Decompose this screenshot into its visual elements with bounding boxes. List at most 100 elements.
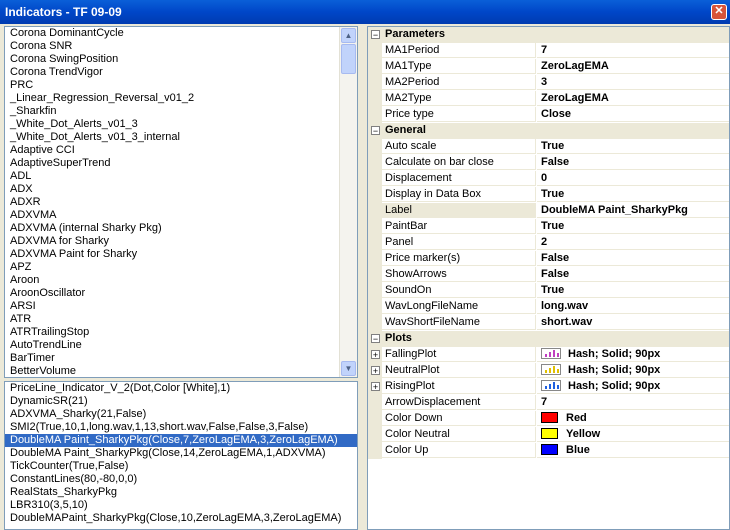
property-row[interactable]: Display in Data Box True (368, 187, 729, 203)
property-row[interactable]: MA1Type ZeroLagEMA (368, 59, 729, 75)
property-row[interactable]: + FallingPlot Hash; Solid; 90px (368, 347, 729, 363)
property-row[interactable]: + NeutralPlot Hash; Solid; 90px (368, 363, 729, 379)
property-value[interactable]: ZeroLagEMA (537, 59, 729, 74)
property-row[interactable]: Color Up Blue (368, 443, 729, 459)
property-value[interactable]: 7 (537, 43, 729, 58)
expand-icon[interactable]: + (371, 366, 380, 376)
applied-indicator-item[interactable]: DoubleMA Paint_SharkyPkg(Close,14,ZeroLa… (5, 447, 357, 460)
expand-icon[interactable]: + (371, 382, 380, 392)
property-row[interactable]: MA2Period 3 (368, 75, 729, 91)
property-value[interactable]: Hash; Solid; 90px (537, 347, 729, 362)
indicator-list-item[interactable]: Corona SNR (5, 40, 340, 53)
indicator-list-item[interactable]: ATRTrailingStop (5, 326, 340, 339)
property-value[interactable]: False (537, 267, 729, 282)
applied-indicator-item[interactable]: ADXVMA_Sharky(21,False) (5, 408, 357, 421)
applied-indicator-item[interactable]: LBR310(3,5,10) (5, 499, 357, 512)
applied-indicator-item[interactable]: PriceLine_Indicator_V_2(Dot,Color [White… (5, 382, 357, 395)
scroll-down-button[interactable]: ▼ (341, 361, 356, 376)
scroll-up-button[interactable]: ▲ (341, 28, 356, 43)
indicator-list-item[interactable]: _Linear_Regression_Reversal_v01_2 (5, 92, 340, 105)
indicator-list-item[interactable]: ATR (5, 313, 340, 326)
property-value[interactable]: Hash; Solid; 90px (537, 379, 729, 394)
collapse-icon[interactable]: − (371, 334, 380, 344)
property-value[interactable]: short.wav (537, 315, 729, 330)
property-value[interactable]: DoubleMA Paint_SharkyPkg (537, 203, 729, 218)
applied-indicator-item[interactable]: DoubleMAPaint_SharkyPkg(Close,10,ZeroLag… (5, 512, 357, 525)
indicator-list-item[interactable]: BarTimer (5, 352, 340, 365)
property-row[interactable]: Color Down Red (368, 411, 729, 427)
applied-indicator-item[interactable]: SMI2(True,10,1,long.wav,1,13,short.wav,F… (5, 421, 357, 434)
indicator-list-item[interactable]: Corona DominantCycle (5, 27, 340, 40)
indicator-list-item[interactable]: BetterVolume (5, 365, 340, 377)
property-value[interactable]: Blue (537, 443, 729, 458)
indicator-list-item[interactable]: ADL (5, 170, 340, 183)
property-value[interactable]: 2 (537, 235, 729, 250)
property-row[interactable]: MA2Type ZeroLagEMA (368, 91, 729, 107)
indicator-list-item[interactable]: Corona TrendVigor (5, 66, 340, 79)
property-value[interactable]: False (537, 155, 729, 170)
indicator-list-item[interactable]: _Sharkfin (5, 105, 340, 118)
indicator-list-item[interactable]: ADXVMA (internal Sharky Pkg) (5, 222, 340, 235)
property-value[interactable]: Red (537, 411, 729, 426)
category-parameters[interactable]: − Parameters (368, 27, 729, 43)
vertical-scrollbar[interactable]: ▲ ▼ (339, 27, 357, 377)
applied-indicator-item[interactable]: TickCounter(True,False) (5, 460, 357, 473)
property-row[interactable]: Auto scale True (368, 139, 729, 155)
property-value[interactable]: Close (537, 107, 729, 122)
property-value[interactable]: True (537, 219, 729, 234)
property-value[interactable]: ZeroLagEMA (537, 91, 729, 106)
property-value[interactable]: Yellow (537, 427, 729, 442)
property-value[interactable]: Hash; Solid; 90px (537, 363, 729, 378)
available-indicators-list[interactable]: Corona DominantCycle Corona SNR Corona Swi… (4, 26, 358, 378)
property-value[interactable]: 3 (537, 75, 729, 90)
property-row[interactable]: Price marker(s) False (368, 251, 729, 267)
property-row[interactable]: Color Neutral Yellow (368, 427, 729, 443)
indicator-list-item[interactable]: APZ (5, 261, 340, 274)
category-plots[interactable]: − Plots (368, 331, 729, 347)
property-row[interactable]: Calculate on bar close False (368, 155, 729, 171)
indicator-list-item[interactable]: ADXVMA Paint for Sharky (5, 248, 340, 261)
expand-icon[interactable]: + (371, 350, 380, 360)
indicator-list-item[interactable]: ADX (5, 183, 340, 196)
indicator-list-item[interactable]: Corona SwingPosition (5, 53, 340, 66)
property-row[interactable]: ArrowDisplacement 7 (368, 395, 729, 411)
property-row[interactable]: SoundOn True (368, 283, 729, 299)
property-value[interactable]: True (537, 139, 729, 154)
close-button[interactable]: ✕ (711, 4, 727, 20)
applied-indicator-item[interactable]: ConstantLines(80,-80,0,0) (5, 473, 357, 486)
applied-indicator-item[interactable]: DynamicSR(21) (5, 395, 357, 408)
property-value[interactable]: 0 (537, 171, 729, 186)
indicator-list-item[interactable]: _White_Dot_Alerts_v01_3_internal (5, 131, 340, 144)
property-row[interactable]: WavShortFileName short.wav (368, 315, 729, 331)
indicator-list-item[interactable]: ADXR (5, 196, 340, 209)
property-row[interactable]: Displacement 0 (368, 171, 729, 187)
category-general[interactable]: − General (368, 123, 729, 139)
property-value[interactable]: 7 (537, 395, 729, 410)
applied-indicator-item[interactable]: DoubleMA Paint_SharkyPkg(Close,7,ZeroLag… (5, 434, 357, 447)
property-row[interactable]: Label DoubleMA Paint_SharkyPkg (368, 203, 729, 219)
collapse-icon[interactable]: − (371, 126, 380, 136)
property-grid[interactable]: − Parameters MA1Period 7 MA1Type ZeroLagEMA MA… (367, 26, 730, 530)
scroll-thumb[interactable] (341, 44, 356, 74)
property-value[interactable]: True (537, 283, 729, 298)
property-row[interactable]: Price type Close (368, 107, 729, 123)
property-row[interactable]: ShowArrows False (368, 267, 729, 283)
property-row[interactable]: + RisingPlot Hash; Solid; 90px (368, 379, 729, 395)
indicator-list-item[interactable]: PRC (5, 79, 340, 92)
indicator-list-item[interactable]: Adaptive CCI (5, 144, 340, 157)
indicator-list-item[interactable]: AdaptiveSuperTrend (5, 157, 340, 170)
indicator-list-item[interactable]: Aroon (5, 274, 340, 287)
indicator-list-item[interactable]: _White_Dot_Alerts_v01_3 (5, 118, 340, 131)
property-row[interactable]: MA1Period 7 (368, 43, 729, 59)
indicator-list-item[interactable]: AroonOscillator (5, 287, 340, 300)
applied-indicator-item[interactable]: RealStats_SharkyPkg (5, 486, 357, 499)
property-row[interactable]: Panel 2 (368, 235, 729, 251)
indicator-list-item[interactable]: AutoTrendLine (5, 339, 340, 352)
property-value[interactable]: False (537, 251, 729, 266)
property-value[interactable]: long.wav (537, 299, 729, 314)
indicator-list-item[interactable]: ADXVMA for Sharky (5, 235, 340, 248)
applied-indicators-list[interactable]: PriceLine_Indicator_V_2(Dot,Color [White… (4, 381, 358, 530)
property-row[interactable]: PaintBar True (368, 219, 729, 235)
property-row[interactable]: WavLongFileName long.wav (368, 299, 729, 315)
indicator-list-item[interactable]: ARSI (5, 300, 340, 313)
